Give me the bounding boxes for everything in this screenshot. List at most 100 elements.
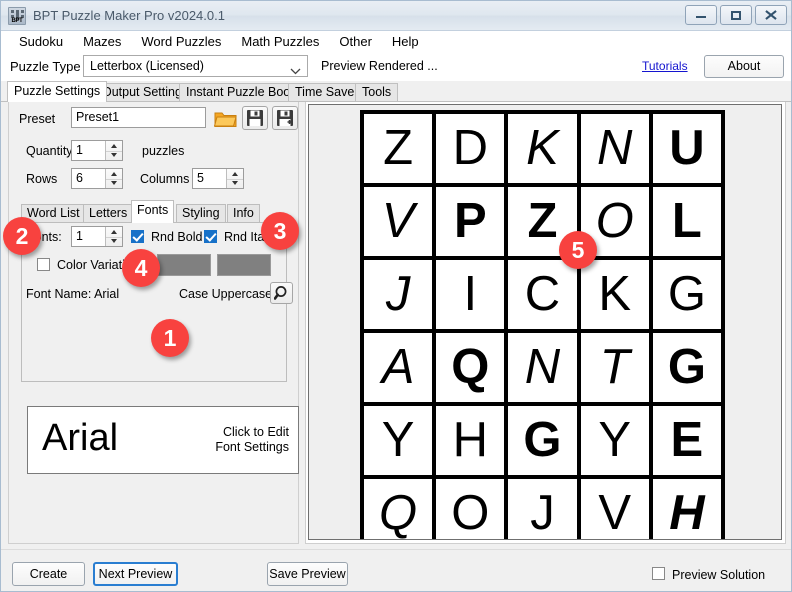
puzzle-cell: P <box>436 187 504 256</box>
title-bar: BPT BPT Puzzle Maker Pro v2024.0.1 <box>1 1 792 31</box>
close-button[interactable] <box>755 5 787 25</box>
quantity-units-label: puzzles <box>142 144 184 158</box>
tab-puzzle-settings[interactable]: Puzzle Settings <box>7 81 107 102</box>
settings-panel: Preset Preset1 <box>8 102 299 544</box>
folder-open-icon[interactable] <box>212 106 238 130</box>
columns-label: Columns <box>140 172 189 186</box>
font-name-label: Font Name: Arial <box>26 287 119 301</box>
application-window: BPT BPT Puzzle Maker Pro v2024.0.1 Sudok… <box>0 0 792 592</box>
quantity-spin-arrows[interactable] <box>105 141 122 160</box>
rows-label: Rows <box>26 172 57 186</box>
preview-canvas[interactable]: ZDKNUVPZOLJICKGAQNTGYHGYEQOJVH <box>308 104 782 540</box>
puzzle-cell: O <box>436 479 504 540</box>
font-preview-hint: Click to Edit Font Settings <box>215 425 289 455</box>
puzzle-cell: K <box>581 260 649 329</box>
puzzle-cell: H <box>653 479 721 540</box>
puzzle-cell: K <box>508 114 576 183</box>
color-swatch-2[interactable] <box>217 254 271 276</box>
fonts-tab-panel <box>21 222 287 382</box>
save-icon[interactable] <box>242 106 268 130</box>
puzzle-cell: H <box>436 406 504 475</box>
main-tab-bar: Puzzle Settings Output Settings Instant … <box>1 81 792 102</box>
menu-item-sudoku[interactable]: Sudoku <box>9 31 73 53</box>
puzzle-cell: L <box>653 187 721 256</box>
font-preview-hint-line1: Click to Edit <box>215 425 289 440</box>
rnd-bold-checkbox[interactable] <box>131 230 144 243</box>
puzzle-cell: A <box>364 333 432 402</box>
puzzle-cell: Y <box>581 406 649 475</box>
columns-spin-arrows[interactable] <box>226 169 243 188</box>
quantity-label: Quantity <box>26 144 73 158</box>
bottom-action-bar: Create Next Preview Save Preview Preview… <box>1 549 792 592</box>
quantity-stepper[interactable]: 1 <box>71 140 123 161</box>
puzzle-type-value: Letterbox (Licensed) <box>90 59 204 73</box>
puzzle-cell: V <box>364 187 432 256</box>
rows-spin-arrows[interactable] <box>105 169 122 188</box>
annotation-badge-1: 1 <box>151 319 189 357</box>
puzzle-cell: J <box>364 260 432 329</box>
rows-down-arrow[interactable] <box>106 179 122 189</box>
puzzle-cell: G <box>653 333 721 402</box>
color-swatch-1[interactable] <box>157 254 211 276</box>
save-as-icon[interactable] <box>272 106 298 130</box>
subtab-info[interactable]: Info <box>227 204 260 222</box>
menu-item-help[interactable]: Help <box>382 31 429 53</box>
puzzle-cell: G <box>653 260 721 329</box>
font-preview-box[interactable]: Arial Click to Edit Font Settings <box>27 406 299 474</box>
subtab-styling[interactable]: Styling <box>176 204 226 222</box>
minimize-button[interactable] <box>685 5 717 25</box>
puzzle-cell: D <box>436 114 504 183</box>
puzzle-cell: Z <box>364 114 432 183</box>
color-variations-checkbox[interactable] <box>37 258 50 271</box>
rows-value: 6 <box>76 171 83 185</box>
about-button[interactable]: About <box>704 55 784 78</box>
letterbox-puzzle-grid: ZDKNUVPZOLJICKGAQNTGYHGYEQOJVH <box>360 110 725 540</box>
save-preview-button[interactable]: Save Preview <box>267 562 348 586</box>
preview-solution-checkbox[interactable] <box>652 567 665 580</box>
chevron-down-icon <box>290 64 301 78</box>
fonts-spin-arrows[interactable] <box>105 227 122 246</box>
puzzle-cell: E <box>653 406 721 475</box>
annotation-badge-2: 2 <box>3 217 41 255</box>
font-preview-hint-line2: Font Settings <box>215 440 289 455</box>
menu-item-math-puzzles[interactable]: Math Puzzles <box>231 31 329 53</box>
menu-item-mazes[interactable]: Mazes <box>73 31 131 53</box>
preview-panel: ZDKNUVPZOLJICKGAQNTGYHGYEQOJVH <box>305 102 786 544</box>
fonts-down-arrow[interactable] <box>106 237 122 247</box>
puzzle-cell: U <box>653 114 721 183</box>
case-label: Case Uppercase <box>179 287 272 301</box>
columns-stepper[interactable]: 5 <box>192 168 244 189</box>
rnd-italics-checkbox[interactable] <box>204 230 217 243</box>
puzzle-cell: C <box>508 260 576 329</box>
maximize-button[interactable] <box>720 5 752 25</box>
puzzle-cell: V <box>581 479 649 540</box>
quantity-down-arrow[interactable] <box>106 151 122 161</box>
puzzle-type-label: Puzzle Type <box>10 59 81 74</box>
puzzle-cell: I <box>436 260 504 329</box>
puzzle-cell: Y <box>364 406 432 475</box>
columns-value: 5 <box>197 171 204 185</box>
preset-input[interactable]: Preset1 <box>71 107 206 128</box>
rows-stepper[interactable]: 6 <box>71 168 123 189</box>
tutorials-link[interactable]: Tutorials <box>642 59 688 73</box>
tab-tools[interactable]: Tools <box>355 83 398 101</box>
quantity-value: 1 <box>76 143 83 157</box>
menu-item-other[interactable]: Other <box>329 31 382 53</box>
sub-tab-bar: Word List Letters Fonts Styling Info <box>21 200 287 222</box>
puzzle-type-select[interactable]: Letterbox (Licensed) <box>83 55 308 77</box>
subtab-letters[interactable]: Letters <box>83 204 133 222</box>
magnifier-icon[interactable] <box>270 282 293 304</box>
menu-item-word-puzzles[interactable]: Word Puzzles <box>131 31 231 53</box>
create-button[interactable]: Create <box>12 562 85 586</box>
annotation-badge-4: 4 <box>122 249 160 287</box>
preview-status-text: Preview Rendered ... <box>321 59 438 73</box>
puzzle-cell: N <box>581 114 649 183</box>
tab-time-saver[interactable]: Time Saver <box>288 83 365 101</box>
subtab-fonts[interactable]: Fonts <box>131 200 174 223</box>
columns-down-arrow[interactable] <box>227 179 243 189</box>
fonts-count-stepper[interactable]: 1 <box>71 226 123 247</box>
puzzle-cell: J <box>508 479 576 540</box>
puzzle-cell: G <box>508 406 576 475</box>
rnd-bold-label: Rnd Bold <box>151 230 202 244</box>
next-preview-button[interactable]: Next Preview <box>93 562 178 586</box>
